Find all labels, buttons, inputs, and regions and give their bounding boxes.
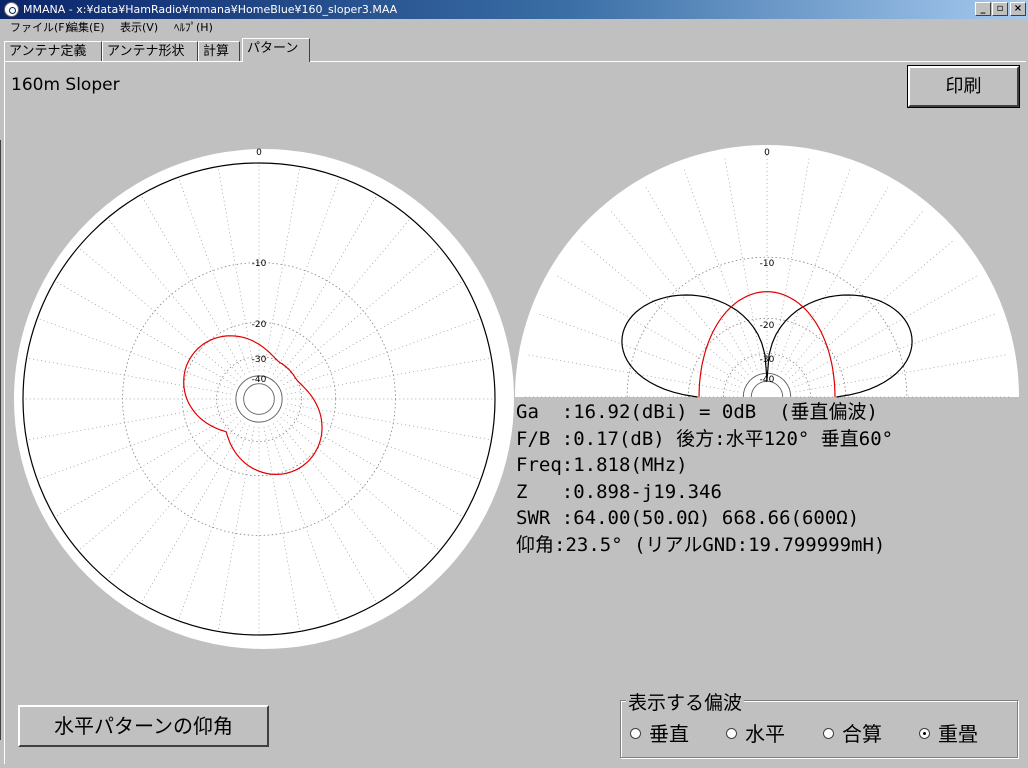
menu-bar: ファイル(F) 編集(E) 表示(V) ﾍﾙﾌﾟ(H)	[0, 19, 1028, 37]
polarization-group-label: 表示する偏波	[626, 688, 745, 715]
tab-antenna-shape[interactable]: アンテナ形状	[102, 41, 198, 62]
info-impedance: Z :0.898-j19.346	[516, 480, 722, 503]
radio-vertical[interactable]: 垂直	[630, 722, 689, 746]
radio-vertical-dot[interactable]	[630, 728, 641, 739]
radio-total-dot[interactable]	[823, 728, 834, 739]
close-button[interactable]: ×	[1010, 2, 1026, 16]
radio-overlay[interactable]: 重畳	[919, 722, 978, 746]
print-button[interactable]: 印刷	[907, 65, 1020, 108]
menu-file[interactable]: ファイル(F)	[10, 19, 69, 37]
radio-vertical-label: 垂直	[649, 722, 689, 746]
menu-edit[interactable]: 編集(E)	[67, 19, 105, 37]
panel-edge	[0, 140, 3, 740]
info-elevation: 仰角:23.5° (リアルGND:19.799999mH)	[516, 533, 886, 556]
info-front-back: F/B :0.17(dB) 後方:水平120° 垂直60°	[516, 427, 894, 450]
minimize-button[interactable]: _	[975, 2, 991, 16]
menu-help[interactable]: ﾍﾙﾌﾟ(H)	[174, 19, 213, 37]
title-bar: MMANA - x:¥data¥HamRadio¥mmana¥HomeBlue¥…	[0, 0, 1028, 19]
tab-calculation[interactable]: 計算	[198, 41, 240, 62]
radio-overlay-dot[interactable]	[919, 728, 930, 739]
radio-total-label: 合算	[842, 722, 882, 746]
info-frequency: Freq:1.818(MHz)	[516, 454, 688, 476]
info-swr: SWR :64.00(50.0Ω) 668.66(600Ω)	[516, 507, 860, 529]
restore-button[interactable]: ▫	[992, 2, 1008, 16]
tab-pattern[interactable]: パターン	[242, 38, 310, 62]
app-icon[interactable]	[4, 2, 19, 17]
window-title: MMANA - x:¥data¥HamRadio¥mmana¥HomeBlue¥…	[23, 3, 398, 16]
tab-antenna-definition[interactable]: アンテナ定義	[4, 41, 102, 62]
menu-view[interactable]: 表示(V)	[120, 19, 158, 37]
info-gain: Ga :16.92(dBi) = 0dB (垂直偏波)	[516, 401, 878, 423]
radio-horizontal-label: 水平	[745, 722, 785, 746]
info-panel: Ga :16.92(dBi) = 0dB (垂直偏波) F/B :0.17(dB…	[516, 399, 893, 558]
horizontal-pattern-elevation-button[interactable]: 水平パターンの仰角	[18, 705, 269, 747]
radio-horizontal[interactable]: 水平	[726, 722, 785, 746]
radio-overlay-label: 重畳	[938, 722, 978, 746]
page-title: 160m Sloper	[11, 75, 120, 95]
radio-total[interactable]: 合算	[823, 722, 882, 746]
radio-horizontal-dot[interactable]	[726, 728, 737, 739]
